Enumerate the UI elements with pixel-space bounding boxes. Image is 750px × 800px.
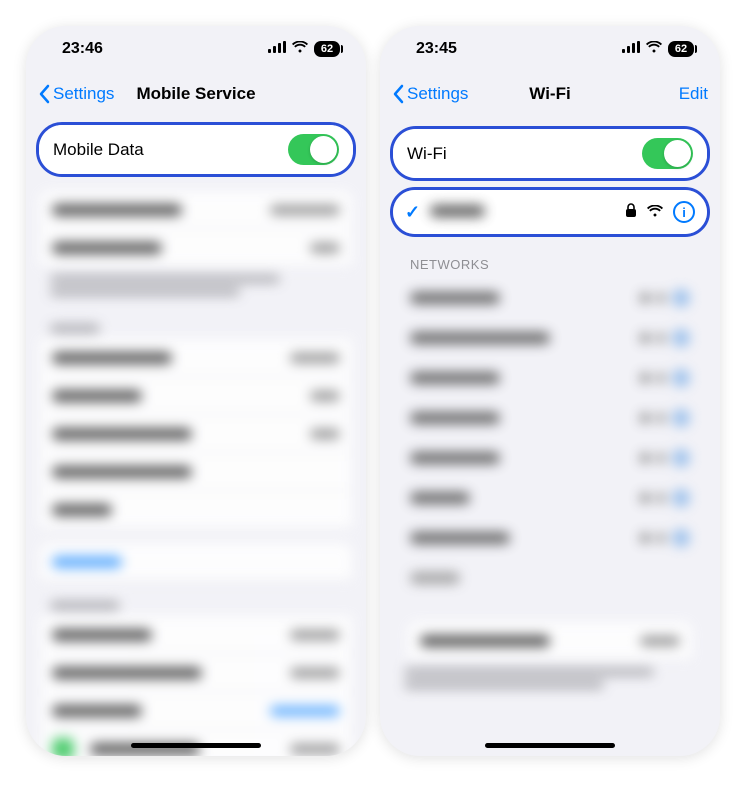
mobile-data-label: Mobile Data [53, 140, 288, 160]
phone-wifi: 23:45 62 Settings Wi-Fi Edit Wi-Fi [380, 26, 720, 756]
cellular-signal-icon [622, 40, 640, 58]
wifi-signal-icon [647, 202, 663, 222]
wifi-toggle-row[interactable]: Wi-Fi [393, 129, 707, 178]
wifi-icon [292, 40, 308, 58]
lock-icon [625, 202, 637, 222]
wifi-icon [646, 40, 662, 58]
battery-icon: 62 [668, 41, 694, 57]
mobile-data-toggle[interactable] [288, 134, 339, 165]
back-label: Settings [407, 84, 468, 104]
status-bar: 23:46 62 [26, 26, 366, 72]
status-indicators: 62 [622, 40, 694, 58]
status-time: 23:45 [416, 40, 457, 58]
wifi-toggle[interactable] [642, 138, 693, 169]
back-button[interactable]: Settings [38, 84, 114, 104]
battery-icon: 62 [314, 41, 340, 57]
checkmark-icon: ✓ [405, 202, 420, 223]
home-indicator [485, 743, 615, 748]
mobile-data-row[interactable]: Mobile Data [39, 125, 353, 174]
chevron-left-icon [38, 84, 50, 104]
highlight-connected-network: ✓ i [390, 187, 710, 237]
blurred-content-left [26, 191, 366, 756]
edit-button[interactable]: Edit [679, 84, 708, 104]
nav-bar: Settings Wi-Fi Edit [380, 72, 720, 116]
network-icons: i [625, 201, 695, 223]
status-indicators: 62 [268, 40, 340, 58]
status-bar: 23:45 62 [380, 26, 720, 72]
status-time: 23:46 [62, 40, 103, 58]
info-button[interactable]: i [673, 201, 695, 223]
content-area: Wi-Fi ✓ i NETWORKS [380, 116, 720, 756]
cellular-signal-icon [268, 40, 286, 58]
home-indicator [131, 743, 261, 748]
connected-network-name [430, 202, 625, 222]
nav-bar: Settings Mobile Service [26, 72, 366, 116]
wifi-label: Wi-Fi [407, 144, 642, 164]
back-label: Settings [53, 84, 114, 104]
highlight-wifi-toggle: Wi-Fi [390, 126, 710, 181]
content-area: Mobile Data [26, 116, 366, 756]
connected-network-row[interactable]: ✓ i [393, 190, 707, 234]
phone-mobile-service: 23:46 62 Settings Mobile Service Mobile … [26, 26, 366, 756]
blurred-networks-list [380, 278, 720, 697]
back-button[interactable]: Settings [392, 84, 468, 104]
highlight-mobile-data: Mobile Data [36, 122, 356, 177]
networks-section-header: NETWORKS [380, 243, 720, 278]
chevron-left-icon [392, 84, 404, 104]
